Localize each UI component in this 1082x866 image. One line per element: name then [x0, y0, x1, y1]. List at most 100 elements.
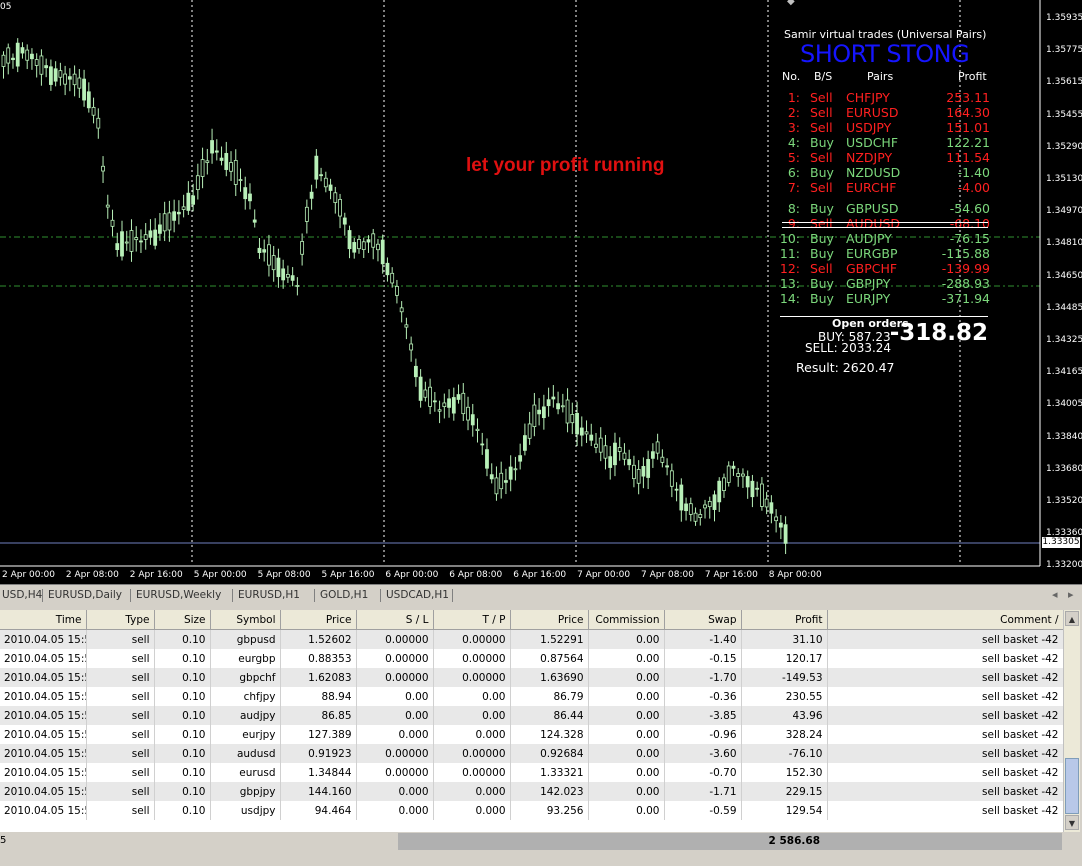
table-cell: 0.10	[154, 725, 211, 744]
table-cell: 142.023	[510, 782, 589, 801]
candle-body	[556, 403, 560, 410]
trade-no: 11:	[779, 246, 800, 261]
price-chart[interactable]: ◆ 05 let your profit running Samir virtu…	[0, 0, 1082, 584]
trade-row: 11: Buy EURGBP -115.88	[778, 246, 990, 261]
candle-body	[778, 522, 783, 528]
trade-row: 5: Sell NZDJPY 111.54	[778, 150, 990, 165]
table-row[interactable]: 2010.04.05 15:54sell0.10gbpjpy144.1600.0…	[0, 782, 1063, 801]
time-tick-label: 2 Apr 08:00	[65, 570, 119, 580]
table-row[interactable]: 2010.04.05 15:54sell0.10gbpchf1.620830.0…	[0, 668, 1063, 687]
table-cell: 0.00000	[356, 744, 434, 763]
candle-body	[466, 406, 470, 421]
trade-profit: -371.94	[941, 291, 990, 306]
column-header[interactable]: Price	[510, 610, 589, 630]
table-cell: -0.36	[664, 687, 742, 706]
candle-body	[674, 488, 679, 491]
table-cell: 0.00	[433, 687, 511, 706]
chart-tab[interactable]: EURUSD,Weekly	[136, 589, 221, 601]
column-header[interactable]: Price	[280, 610, 357, 630]
candle-body	[281, 268, 286, 281]
time-tick-label: 7 Apr 00:00	[577, 570, 631, 580]
trade-pair: NZDJPY	[846, 150, 893, 165]
column-header[interactable]: Type	[86, 610, 155, 630]
table-cell: 230.55	[741, 687, 828, 706]
table-row[interactable]: 2010.04.05 15:54sell0.10usdjpy94.4640.00…	[0, 801, 1063, 820]
total-profit: 2 586.68	[768, 835, 820, 847]
table-cell: -149.53	[741, 668, 828, 687]
table-cell: gbpchf	[210, 668, 281, 687]
table-row[interactable]: 2010.04.05 15:54sell0.10audusd0.919230.0…	[0, 744, 1063, 763]
table-cell: -76.10	[741, 744, 828, 763]
sell-total: SELL: 2033.24	[805, 341, 892, 355]
table-cell: 43.96	[741, 706, 828, 725]
price-tick-label: 1.34485	[1046, 302, 1082, 313]
column-header[interactable]: S / L	[356, 610, 434, 630]
table-cell: 0.10	[154, 629, 211, 649]
candle-body	[1, 54, 6, 67]
candle-body	[432, 400, 437, 403]
trade-profit: -288.93	[941, 276, 990, 291]
scroll-down-icon[interactable]: ▼	[1065, 815, 1079, 830]
candle-body	[783, 524, 788, 544]
table-row[interactable]: 2010.04.05 15:54sell0.10gbpusd1.526020.0…	[0, 629, 1063, 649]
column-header[interactable]: T / P	[433, 610, 511, 630]
table-cell: sell	[86, 668, 155, 687]
table-cell: gbpjpy	[210, 782, 281, 801]
table-cell: 124.328	[510, 725, 589, 744]
tab-scroll-left-icon[interactable]: ◂	[1052, 588, 1058, 601]
table-row[interactable]: 2010.04.05 15:54sell0.10eurjpy127.3890.0…	[0, 725, 1063, 744]
candle-body	[665, 465, 669, 468]
table-scrollbar[interactable]: ▲ ▼	[1063, 610, 1080, 832]
candle-body	[219, 157, 224, 161]
candle-body	[72, 73, 77, 86]
time-tick-label: 7 Apr 16:00	[704, 570, 758, 580]
chart-tab[interactable]: GOLD,H1	[320, 589, 368, 601]
table-cell: 0.88353	[280, 649, 357, 668]
candle-body	[96, 117, 101, 129]
candle-body	[418, 376, 423, 401]
scroll-up-icon[interactable]: ▲	[1065, 611, 1079, 626]
table-row[interactable]: 2010.04.05 15:54sell0.10eurgbp0.883530.0…	[0, 649, 1063, 668]
candle-body	[11, 57, 15, 61]
chart-tab[interactable]: EURUSD,H1	[238, 589, 300, 601]
table-cell: 2010.04.05 15:54	[0, 744, 87, 763]
column-header[interactable]: Time	[0, 610, 87, 630]
current-price-label: 1.33305	[1042, 537, 1080, 548]
trade-no: 4:	[787, 135, 800, 150]
column-header[interactable]: Symbol	[210, 610, 281, 630]
trade-side: Sell	[810, 180, 833, 195]
table-row[interactable]: 2010.04.05 15:54sell0.10chfjpy88.940.000…	[0, 687, 1063, 706]
table-cell: 0.00000	[356, 649, 434, 668]
chart-tab[interactable]: USD,H4	[2, 589, 42, 601]
candle-body	[214, 150, 219, 153]
tab-separator	[130, 589, 131, 602]
trade-pair: EURCHF	[846, 180, 897, 195]
candle-body	[513, 468, 518, 471]
candle-body	[323, 177, 328, 188]
column-header[interactable]: Size	[154, 610, 211, 630]
column-header[interactable]: Comment /	[827, 610, 1063, 630]
trade-profit: 151.01	[946, 120, 990, 135]
candle-body	[660, 456, 665, 463]
table-row[interactable]: 2010.04.05 15:54sell0.10audjpy86.850.000…	[0, 706, 1063, 725]
table-cell: 2010.04.05 15:54	[0, 629, 87, 649]
candle-body	[229, 162, 233, 172]
table-cell: 1.33321	[510, 763, 589, 782]
table-cell: sell basket -42	[827, 763, 1063, 782]
price-tick-label: 1.33200	[1046, 560, 1082, 571]
trade-profit: -4.00	[957, 180, 990, 195]
column-header[interactable]: Profit	[741, 610, 828, 630]
table-row[interactable]: 2010.04.05 15:54sell0.10eurusd1.348440.0…	[0, 763, 1063, 782]
candle-body	[224, 153, 229, 170]
scroll-thumb[interactable]	[1065, 758, 1079, 814]
candle-body	[390, 272, 395, 284]
chart-tab[interactable]: EURUSD,Daily	[48, 589, 122, 601]
column-header[interactable]: Swap	[664, 610, 742, 630]
chart-tab[interactable]: USDCAD,H1	[386, 589, 449, 601]
candle-body	[385, 262, 390, 276]
trade-pair: GBPUSD	[846, 201, 899, 216]
column-header[interactable]: Commission	[588, 610, 665, 630]
tab-scroll-right-icon[interactable]: ▸	[1068, 588, 1074, 601]
result-total: Result: 2620.47	[796, 360, 895, 375]
trade-pair: GBPJPY	[846, 276, 891, 291]
